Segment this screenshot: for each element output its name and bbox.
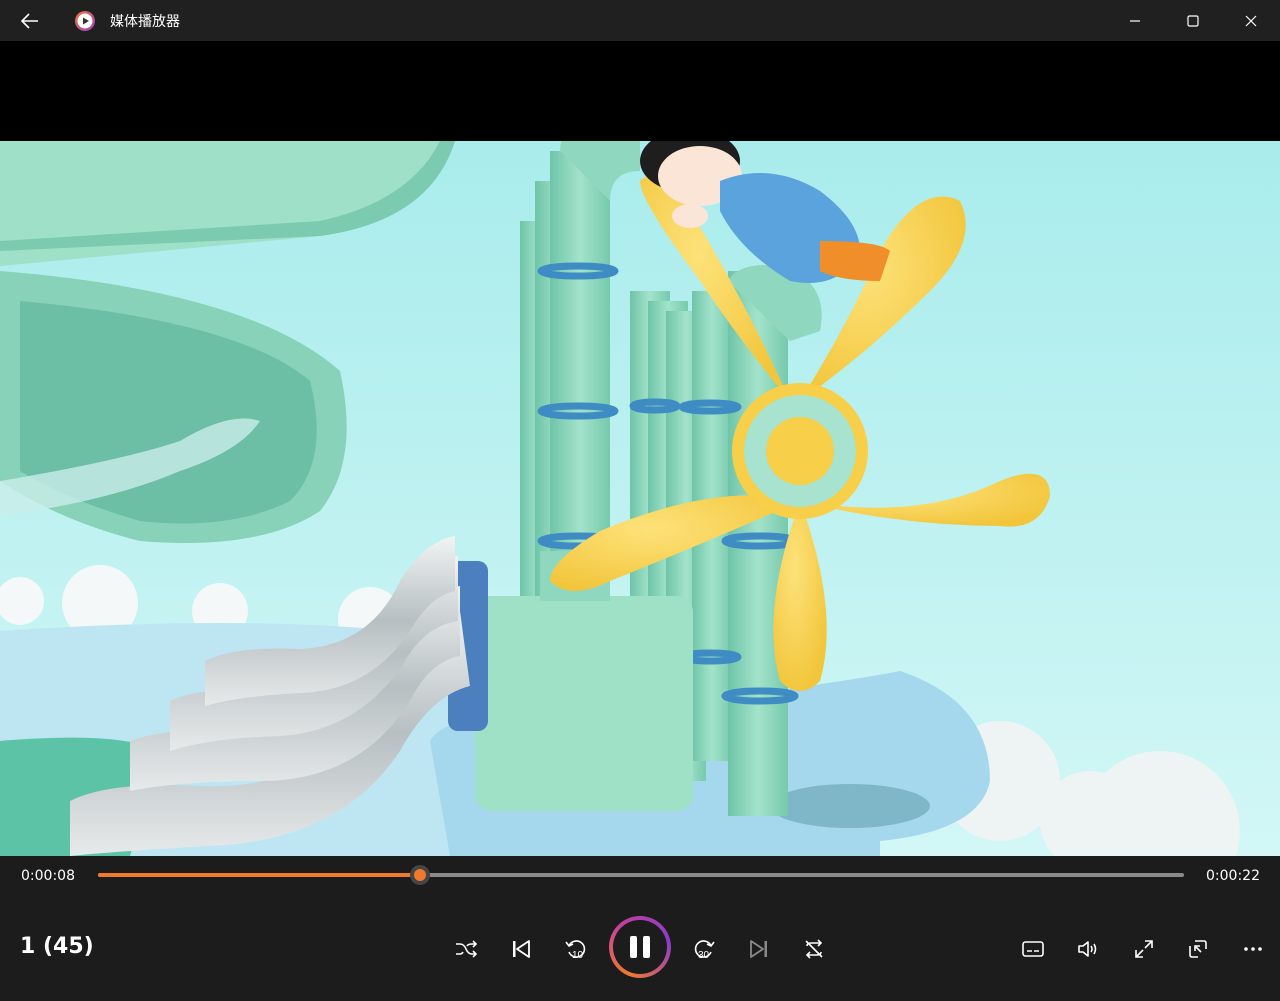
subtitles-icon (1022, 941, 1044, 957)
close-icon (1245, 15, 1257, 26)
skip-forward-30-icon: 30 (694, 940, 715, 961)
center-controls: 10 30 (440, 914, 840, 984)
fullscreen-button[interactable] (1126, 931, 1162, 967)
shuffle-icon (456, 940, 477, 958)
more-icon (1244, 947, 1262, 951)
shuffle-button[interactable] (448, 931, 484, 967)
app-title: 媒体播放器 (110, 13, 180, 30)
current-time: 0:00:08 (21, 868, 75, 884)
fullscreen-icon (1135, 940, 1153, 958)
maximize-icon (1187, 14, 1199, 27)
title-bar: 媒体播放器 (0, 0, 1280, 41)
pause-icon (613, 920, 667, 974)
seek-thumb[interactable] (409, 865, 430, 885)
maximize-button[interactable] (1164, 0, 1222, 41)
skip-forward-label: 30 (698, 950, 710, 961)
video-frame (0, 141, 1280, 856)
more-button[interactable] (1235, 931, 1271, 967)
mini-player-button[interactable] (1180, 931, 1216, 967)
mini-player-icon (1189, 940, 1207, 958)
back-button[interactable] (0, 0, 60, 41)
skip-back-label: 10 (572, 950, 584, 961)
seek-progress (98, 873, 420, 877)
minimize-icon (1130, 19, 1140, 22)
seek-bar[interactable] (98, 865, 1184, 885)
video-area[interactable] (0, 41, 1280, 856)
skip-back-button[interactable]: 10 (558, 931, 594, 967)
skip-back-10-icon: 10 (565, 940, 586, 961)
previous-icon (513, 940, 530, 958)
repeat-icon (805, 939, 823, 959)
close-button[interactable] (1222, 0, 1280, 41)
repeat-button[interactable] (796, 931, 832, 967)
minimize-button[interactable] (1106, 0, 1164, 41)
media-player-logo-icon (75, 10, 95, 31)
total-time: 0:00:22 (1206, 868, 1260, 884)
volume-icon (1078, 941, 1097, 957)
playlist-position: 1 (45) (20, 934, 94, 959)
skip-forward-button[interactable]: 30 (686, 931, 722, 967)
next-icon (750, 940, 767, 958)
next-button[interactable] (741, 931, 777, 967)
subtitles-button[interactable] (1015, 931, 1051, 967)
previous-button[interactable] (503, 931, 539, 967)
volume-button[interactable] (1070, 931, 1106, 967)
playback-controls: 0:00:08 0:00:22 1 (45) 10 30 (0, 856, 1280, 1001)
back-arrow-icon (21, 12, 38, 29)
pause-button[interactable] (609, 916, 671, 978)
